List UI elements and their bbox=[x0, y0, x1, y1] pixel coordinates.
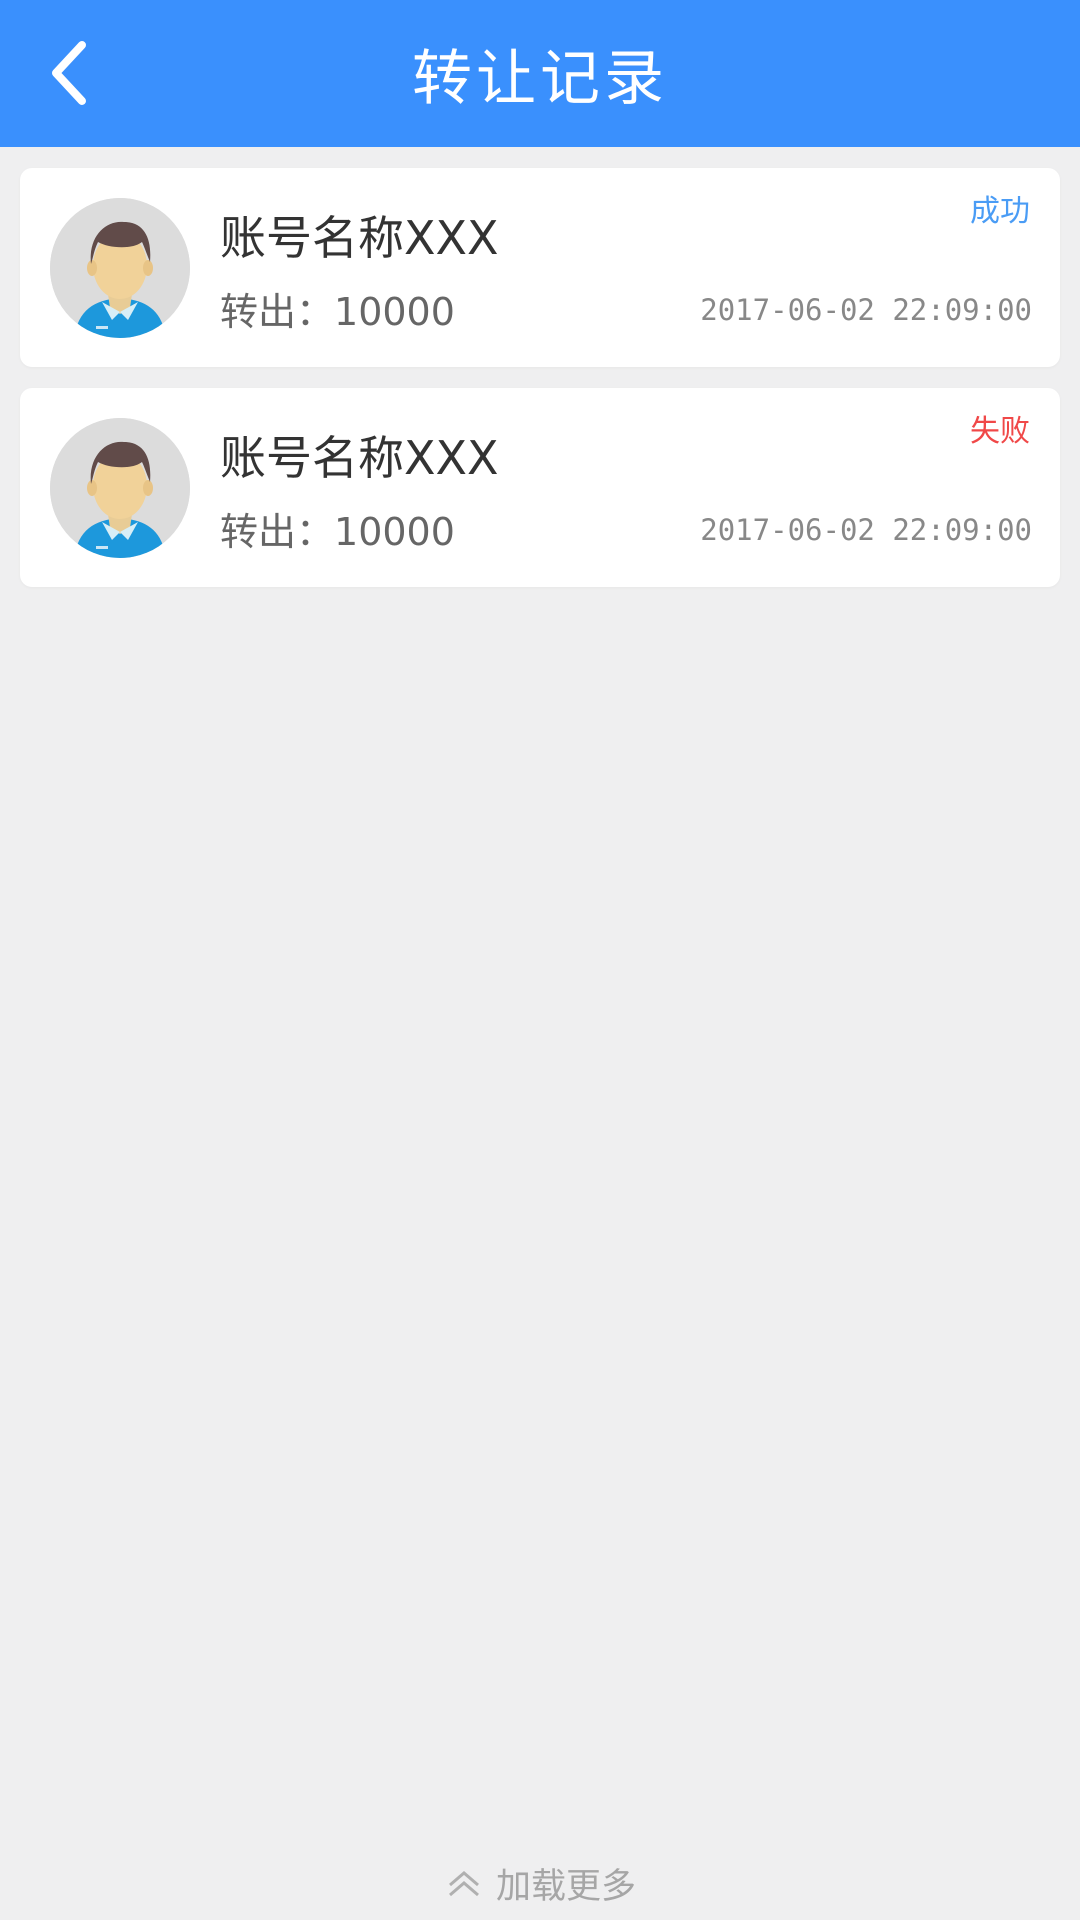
avatar bbox=[50, 418, 190, 558]
top-bar: 转让记录 bbox=[0, 0, 1080, 147]
transfer-amount-row: 转出：10000 bbox=[220, 501, 455, 556]
load-more-label: 加载更多 bbox=[495, 1866, 636, 1907]
user-avatar-icon bbox=[50, 418, 190, 558]
status-badge: 失败 bbox=[970, 414, 1030, 449]
transfer-amount-row: 转出：10000 bbox=[220, 281, 455, 336]
record-card[interactable]: 账号名称XXX 转出：10000 成功 2017-06-02 22:09:00 bbox=[20, 168, 1060, 367]
app-screen: 转让记录 账号名称XXX 转出：10000 成功 2017-06-02 22:0… bbox=[0, 0, 1080, 1920]
transfer-label: 转出： bbox=[220, 510, 335, 554]
avatar bbox=[50, 198, 190, 338]
transfer-label: 转出： bbox=[220, 290, 335, 334]
transfer-record-list: 账号名称XXX 转出：10000 成功 2017-06-02 22:09:00 bbox=[20, 168, 1060, 608]
transfer-amount: 10000 bbox=[334, 290, 455, 334]
record-time: 2017-06-02 22:09:00 bbox=[700, 513, 1032, 547]
account-name: 账号名称XXX bbox=[220, 431, 499, 485]
status-badge: 成功 bbox=[970, 194, 1030, 229]
account-name: 账号名称XXX bbox=[220, 211, 499, 265]
double-chevron-up-icon bbox=[449, 1871, 479, 1897]
record-time: 2017-06-02 22:09:00 bbox=[700, 293, 1032, 327]
record-card[interactable]: 账号名称XXX 转出：10000 失败 2017-06-02 22:09:00 bbox=[20, 388, 1060, 587]
page-title: 转让记录 bbox=[412, 44, 668, 114]
user-avatar-icon bbox=[50, 198, 190, 338]
transfer-amount: 10000 bbox=[334, 510, 455, 554]
load-more-button[interactable]: 加载更多 bbox=[0, 1858, 1080, 1908]
